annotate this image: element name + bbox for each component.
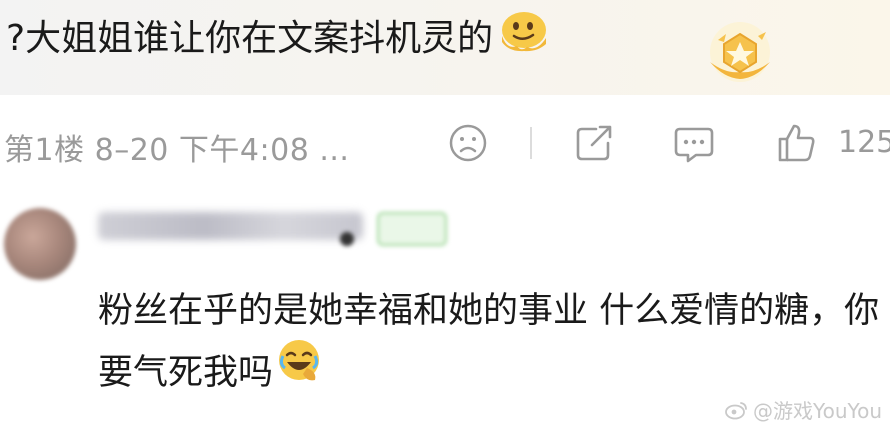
user-tag-blurred bbox=[377, 212, 447, 246]
laughing-crying-face-icon bbox=[273, 340, 321, 406]
share-icon[interactable] bbox=[572, 121, 616, 165]
comment-meta-row: 第1楼 8–20 下午4:08 ... 125 bbox=[0, 115, 890, 170]
reply-text: 粉丝在乎的是她幸福和她的事业 什么爱情的糖，你要气死我吗 bbox=[98, 280, 888, 406]
watermark: @游戏YouYou bbox=[725, 395, 882, 424]
meta-divider bbox=[530, 127, 532, 159]
melting-face-icon bbox=[493, 10, 551, 70]
comment-icon[interactable] bbox=[672, 121, 716, 165]
like-count: 125 bbox=[838, 125, 890, 160]
watermark-text: @游戏YouYou bbox=[753, 399, 882, 423]
username-blurred-dot bbox=[340, 232, 354, 246]
dislike-face-icon[interactable] bbox=[446, 121, 490, 165]
like-icon[interactable] bbox=[774, 121, 818, 165]
comment-text-content: ?大姐姐谁让你在文案抖机灵的 bbox=[6, 18, 494, 59]
fan-badge-star-icon[interactable] bbox=[700, 22, 780, 84]
weibo-logo-icon bbox=[725, 401, 747, 419]
reply-text-content: 粉丝在乎的是她幸福和她的事业 什么爱情的糖，你要气死我吗 bbox=[98, 291, 880, 393]
comment-meta: 第1楼 8–20 下午4:08 ... bbox=[4, 133, 350, 168]
avatar[interactable] bbox=[4, 208, 76, 280]
username-blurred[interactable] bbox=[98, 212, 363, 240]
comment-text: ?大姐姐谁让你在文案抖机灵的 bbox=[6, 10, 551, 70]
